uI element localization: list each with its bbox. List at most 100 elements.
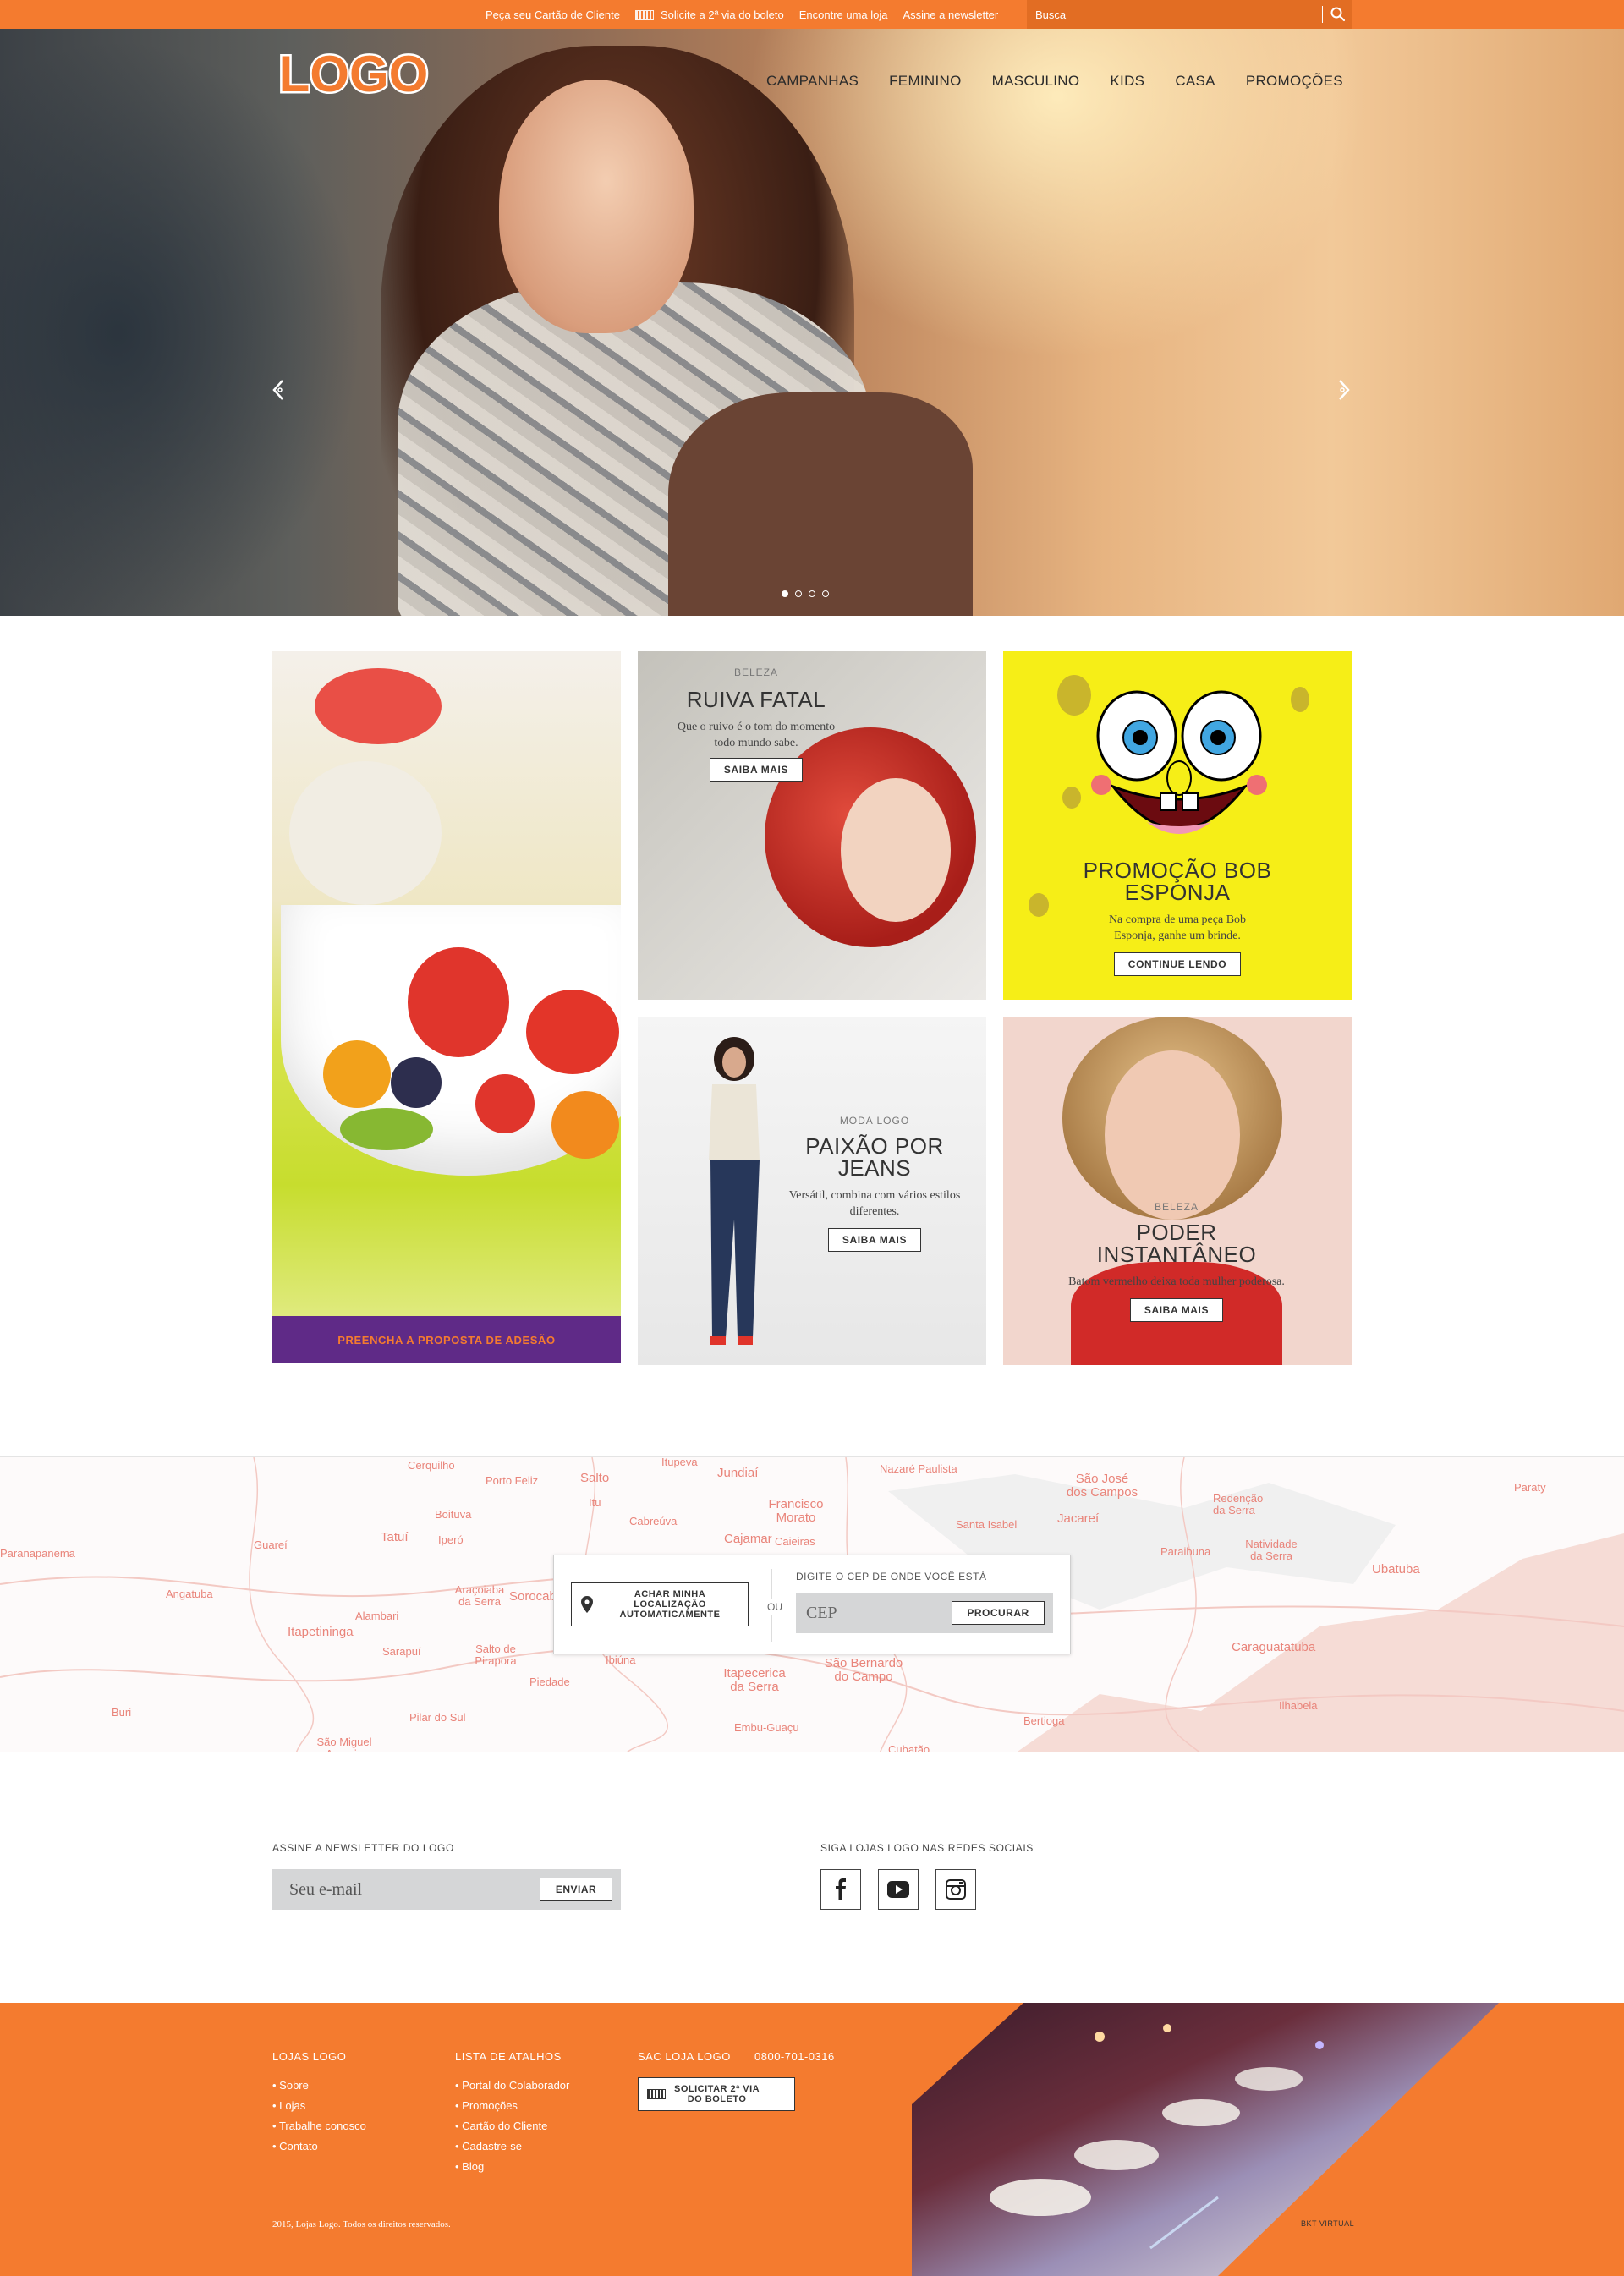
store-locator-panel: ACHAR MINHA LOCALIZAÇÃO AUTOMATICAMENTE … <box>553 1555 1071 1654</box>
ruiva-photo-face <box>841 778 951 922</box>
fruit-blueberry <box>391 1057 442 1108</box>
youtube-link[interactable] <box>878 1869 919 1910</box>
spongebob-icon <box>1091 690 1267 834</box>
footer-col2-title: LISTA DE ATALHOS <box>455 2050 562 2063</box>
ruiva-saiba-mais-button[interactable]: SAIBA MAIS <box>709 758 804 782</box>
nav-campanhas[interactable]: CAMPANHAS <box>766 73 859 90</box>
map-city: São Miguel Arcanjo <box>316 1736 372 1752</box>
hero-dot-3[interactable] <box>809 590 815 597</box>
auto-location-button[interactable]: ACHAR MINHA LOCALIZAÇÃO AUTOMATICAMENTE <box>571 1582 749 1626</box>
map-city: Nazaré Paulista <box>880 1462 957 1475</box>
map-city: Tatuí <box>381 1530 409 1544</box>
footer-link-promocoes[interactable]: Promoções <box>455 2096 569 2116</box>
bob-spot <box>1062 787 1081 809</box>
footer: LOJAS LOGO Sobre Lojas Trabalhe conosco … <box>0 2003 1624 2276</box>
search-input[interactable] <box>1035 6 1314 23</box>
hero-dot-4[interactable] <box>822 590 829 597</box>
bob-desc: Na compra de uma peça Bob Esponja, ganhe… <box>1108 913 1247 942</box>
hero-banner: LOGO CAMPANHAS FEMININO MASCULINO KIDS C… <box>0 29 1624 616</box>
map-city: Alambari <box>355 1610 399 1622</box>
hero-next-button[interactable] <box>1333 377 1353 403</box>
footer-link-trabalhe[interactable]: Trabalhe conosco <box>272 2116 366 2136</box>
top-link-loja[interactable]: Encontre uma loja <box>799 8 888 21</box>
fruit-orange <box>551 1091 619 1159</box>
site-logo[interactable]: LOGO <box>271 44 436 105</box>
barcode-icon <box>634 10 654 21</box>
map-city: Ilhabela <box>1279 1699 1318 1712</box>
footer-sac-title: SAC LOJA LOGO <box>638 2050 731 2063</box>
poder-title-line2: INSTANTÂNEO <box>1096 1242 1257 1267</box>
footer-link-blog[interactable]: Blog <box>455 2157 569 2177</box>
map-city: Salto de Pirapora <box>475 1643 517 1667</box>
map-city: Santa Isabel <box>956 1518 1018 1531</box>
map-city: Cubatão <box>888 1743 930 1752</box>
nav-kids[interactable]: KIDS <box>1110 73 1144 90</box>
hero-pagination <box>782 590 829 597</box>
footer-col2-list: Portal do Colaborador Promoções Cartão d… <box>455 2076 569 2177</box>
top-link-cartao[interactable]: Peça seu Cartão de Cliente <box>486 8 620 21</box>
map-city: Natividade da Serra <box>1245 1538 1298 1562</box>
map-city: Sarapuí <box>382 1645 421 1658</box>
promo-ruiva-tile: BELEZA RUIVA FATAL Que o ruivo é o tom d… <box>638 651 986 1000</box>
top-link-boleto[interactable]: Solicite a 2ª via do boleto <box>634 8 784 21</box>
nav-promocoes[interactable]: PROMOÇÕES <box>1246 73 1343 90</box>
newsletter-email-input[interactable] <box>289 1879 509 1900</box>
facebook-link[interactable] <box>820 1869 861 1910</box>
jeans-saiba-mais-button[interactable]: SAIBA MAIS <box>827 1228 922 1252</box>
bob-continue-button[interactable]: CONTINUE LENDO <box>1113 952 1242 976</box>
developer-credit[interactable]: BKT VIRTUAL <box>1301 2219 1354 2228</box>
footer-col1-list: Sobre Lojas Trabalhe conosco Contato <box>272 2076 366 2157</box>
nav-masculino[interactable]: MASCULINO <box>992 73 1080 90</box>
bob-button-wrap: CONTINUE LENDO <box>1003 952 1352 976</box>
cep-box: PROCURAR <box>796 1593 1053 1633</box>
auto-location-label: ACHAR MINHA LOCALIZAÇÃO AUTOMATICAMENTE <box>619 1589 721 1620</box>
location-pin-icon <box>581 1596 593 1613</box>
search-button[interactable] <box>1328 4 1348 25</box>
footer-link-lojas[interactable]: Lojas <box>272 2096 366 2116</box>
newsletter-submit-button[interactable]: ENVIAR <box>540 1878 612 1901</box>
poder-text: BELEZA PODER INSTANTÂNEO Batom vermelho … <box>1062 1201 1291 1322</box>
location-pin-wrap <box>572 1595 602 1614</box>
instagram-link[interactable] <box>935 1869 976 1910</box>
map-city: Iperó <box>438 1533 464 1546</box>
map-city: Itapecerica da Serra <box>723 1666 786 1694</box>
logo-text: LOGO <box>279 47 429 101</box>
map-city: Embu-Guaçu <box>734 1721 799 1734</box>
map-city: Paraibuna <box>1160 1545 1211 1558</box>
fruit-strawberry-big <box>408 947 509 1057</box>
footer-link-cadastre[interactable]: Cadastre-se <box>455 2136 569 2157</box>
cep-search-button[interactable]: PROCURAR <box>952 1601 1045 1625</box>
top-bar: Peça seu Cartão de Cliente Solicite a 2ª… <box>0 0 1624 29</box>
promo-fruit-tile: PREENCHA A PROPOSTA DE ADESÃO <box>272 651 621 1363</box>
hero-photo-face <box>499 80 694 333</box>
bob-text: PROMOÇÃO BOB ESPONJA Na compra de uma pe… <box>1003 859 1352 976</box>
proposta-adesao-button[interactable]: PREENCHA A PROPOSTA DE ADESÃO <box>272 1316 621 1363</box>
jeans-desc: Versátil, combina com vários estilos dif… <box>788 1189 961 1218</box>
copyright: 2015, Lojas Logo. Todos os direitos rese… <box>272 2219 451 2229</box>
footer-link-portal[interactable]: Portal do Colaborador <box>455 2076 569 2096</box>
hero-dot-1[interactable] <box>782 590 788 597</box>
map-city: Piedade <box>529 1675 570 1688</box>
footer-link-sobre[interactable]: Sobre <box>272 2076 366 2096</box>
promo-bob-tile: PROMOÇÃO BOB ESPONJA Na compra de uma pe… <box>1003 651 1352 1000</box>
footer-sac-phone[interactable]: 0800-701-0316 <box>754 2050 835 2063</box>
poder-saiba-mais-button[interactable]: SAIBA MAIS <box>1129 1298 1224 1322</box>
footer-link-cartao[interactable]: Cartão do Cliente <box>455 2116 569 2136</box>
promo-poder-tile: BELEZA PODER INSTANTÂNEO Batom vermelho … <box>1003 1017 1352 1365</box>
hero-prev-button[interactable] <box>269 377 289 403</box>
footer-boleto-button[interactable]: SOLICITAR 2ª VIA DO BOLETO <box>638 2077 795 2111</box>
instagram-icon <box>946 1879 966 1900</box>
map-city: Jundiaí <box>717 1466 759 1480</box>
map-city: Ibiúna <box>606 1654 636 1666</box>
nav-casa[interactable]: CASA <box>1175 73 1215 90</box>
top-link-newsletter[interactable]: Assine a newsletter <box>903 8 999 21</box>
map-city: Ubatuba <box>1372 1562 1420 1577</box>
newsletter-title: ASSINE A NEWSLETTER DO LOGO <box>272 1842 454 1854</box>
jeans-text: MODA LOGO PAIXÃO POR JEANS Versátil, com… <box>773 1115 976 1252</box>
cep-input[interactable] <box>806 1603 933 1623</box>
footer-restaurant-photo <box>912 2003 1499 2276</box>
hero-dot-2[interactable] <box>795 590 802 597</box>
footer-link-contato[interactable]: Contato <box>272 2136 366 2157</box>
nav-feminino[interactable]: FEMININO <box>889 73 962 90</box>
fruit-kiwi <box>340 1108 433 1150</box>
